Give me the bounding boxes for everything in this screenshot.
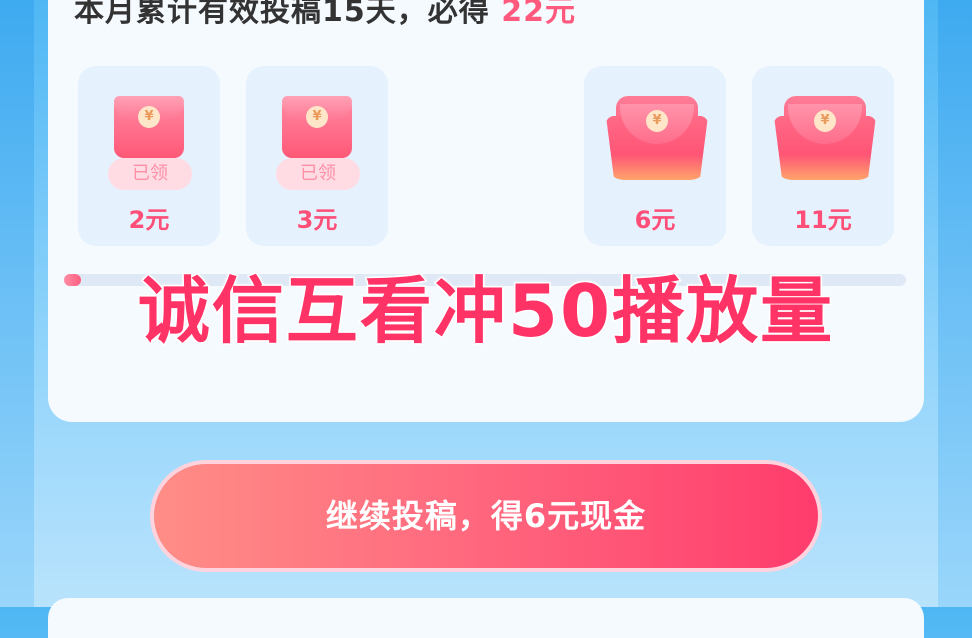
red-envelope-icon: ¥ xyxy=(282,96,352,158)
red-envelope-icon: ¥ xyxy=(114,96,184,158)
yuan-coin-icon: ¥ xyxy=(814,110,836,132)
monthly-goal-amount: 22元 xyxy=(501,0,576,29)
monthly-goal-label: 本月累计有效投稿15天，必得 xyxy=(74,0,490,29)
continue-submit-button[interactable]: 继续投稿，得6元现金 xyxy=(154,464,818,568)
reward-amount: 6元 xyxy=(634,206,676,234)
reward-amount: 11元 xyxy=(794,206,852,234)
reward-amount: 2元 xyxy=(128,206,170,234)
bottom-card xyxy=(48,598,924,638)
yuan-coin-icon: ¥ xyxy=(646,110,668,132)
open-red-envelope-icon: ¥ xyxy=(774,96,876,184)
claimed-badge: 已领 xyxy=(276,158,360,190)
reward-tile-4[interactable]: ¥ 11元 xyxy=(752,66,894,246)
reward-amount: 3元 xyxy=(296,206,338,234)
claimed-badge: 已领 xyxy=(108,158,192,190)
reward-tile-1[interactable]: ¥ 已领 2元 xyxy=(78,66,220,246)
monthly-goal-text: 本月累计有效投稿15天，必得 22元 xyxy=(74,0,576,30)
overlay-caption: 诚信互看冲50播放量 xyxy=(136,268,835,355)
reward-tile-2[interactable]: ¥ 已领 3元 xyxy=(246,66,388,246)
yuan-coin-icon: ¥ xyxy=(138,106,160,128)
yuan-coin-icon: ¥ xyxy=(306,106,328,128)
open-red-envelope-icon: ¥ xyxy=(606,96,708,184)
reward-tile-3[interactable]: ¥ 6元 xyxy=(584,66,726,246)
